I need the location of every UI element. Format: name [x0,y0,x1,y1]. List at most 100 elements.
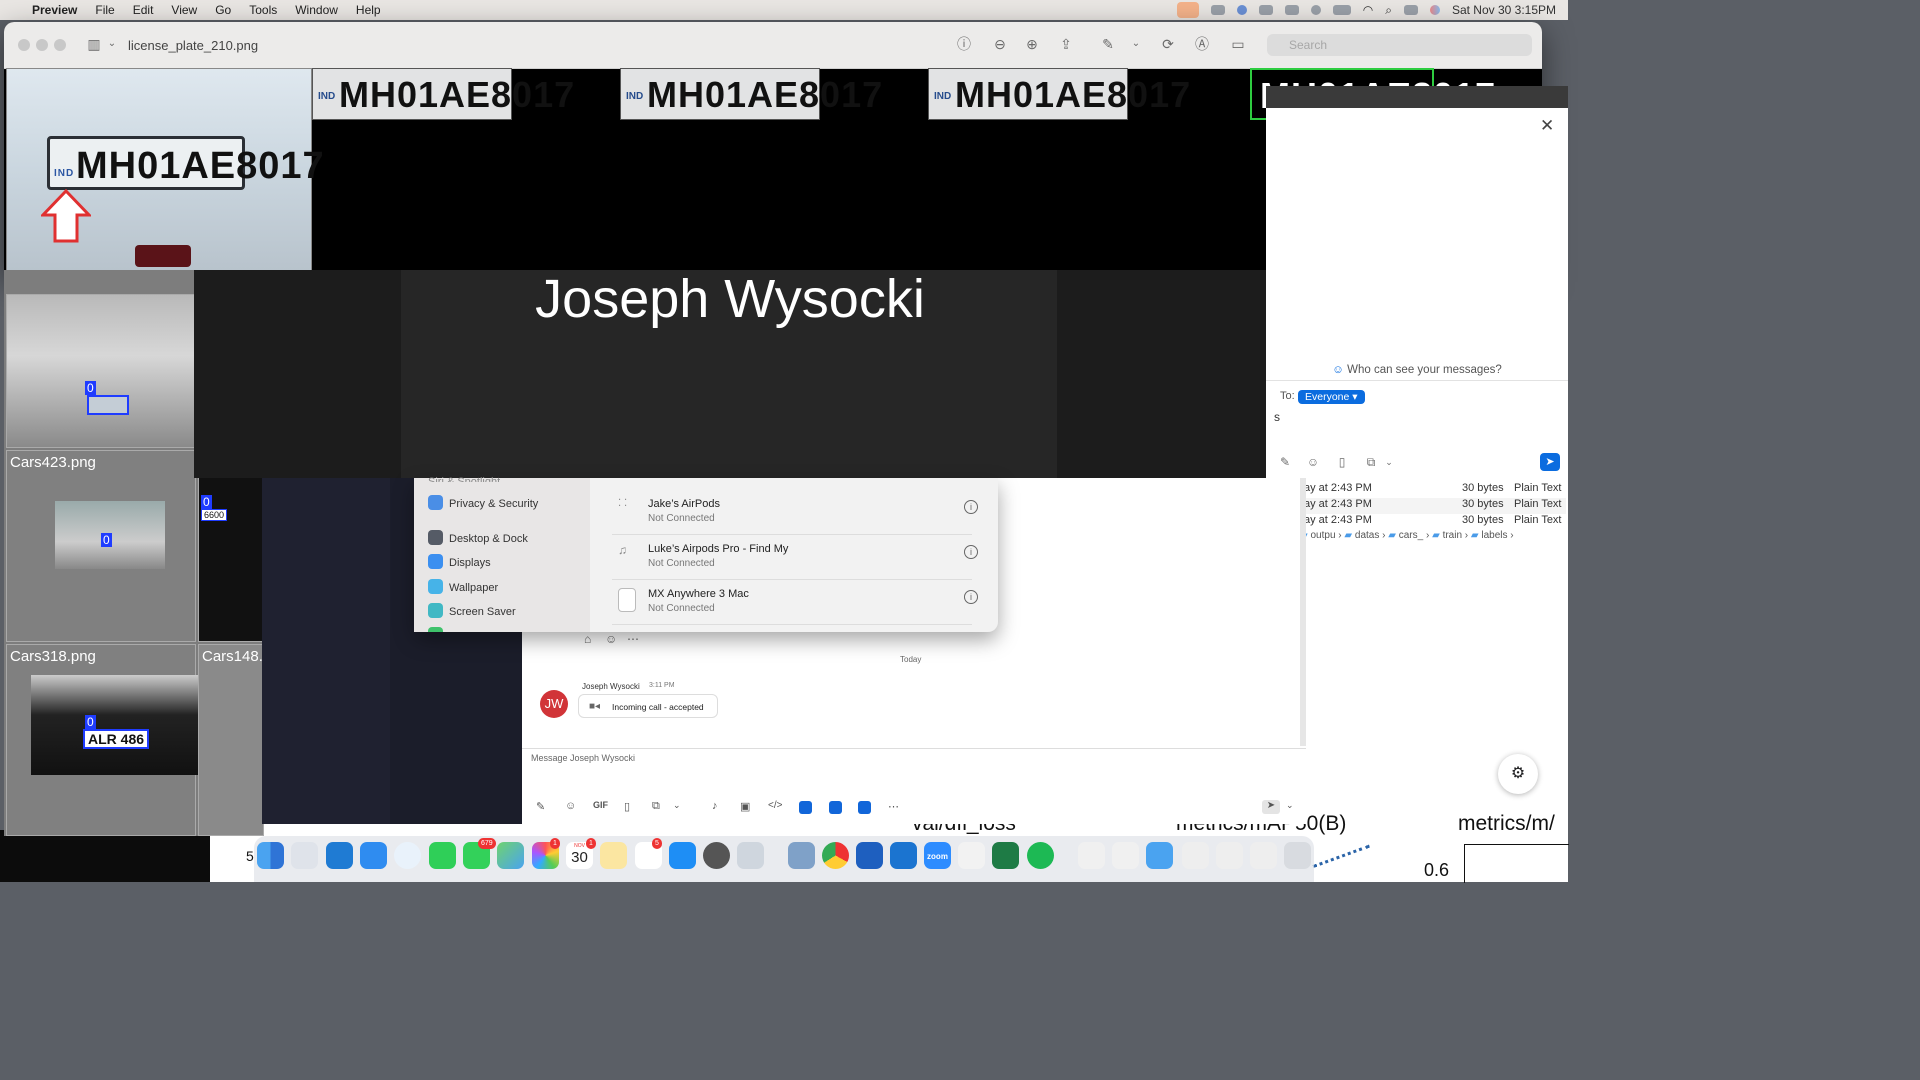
format-icon[interactable]: ✎ [1278,455,1292,469]
finder-icon[interactable] [257,842,284,869]
send-icon[interactable]: ➤ [1540,453,1560,471]
path-item[interactable]: labels [1481,530,1507,541]
search-icon[interactable]: ⌕ [1385,3,1392,18]
excel-icon[interactable] [992,842,1019,869]
emoji-icon[interactable]: ☺ [605,632,617,646]
siri-icon[interactable] [1429,5,1440,15]
vscode-icon[interactable] [326,842,353,869]
chevron-down-icon[interactable]: ⌄ [1286,800,1294,811]
safari-icon[interactable] [394,842,421,869]
markup-pen-icon[interactable]: ✎ [1100,36,1116,52]
sidebar-item-screen-saver[interactable]: Screen Saver [428,603,516,618]
avatar[interactable]: JW [540,690,568,718]
emoji-icon[interactable]: ☺ [565,800,576,812]
form-fill-icon[interactable]: ▭ [1230,36,1246,52]
document-icon[interactable] [1250,842,1277,869]
sidebar-item-displays[interactable]: Displays [428,554,491,569]
more-options-icon[interactable]: ⋯ [888,800,899,813]
zoom-in-icon[interactable]: ⊕ [1024,36,1040,52]
bluetooth-device-row[interactable]: ⁚ ⁚ Jake’s AirPods Not Connected i [612,494,982,538]
word-icon[interactable] [856,842,883,869]
menu-tools[interactable]: Tools [249,3,277,17]
zoom-out-icon[interactable]: ⊖ [992,36,1008,52]
grid-cell[interactable]: 0 [6,294,196,448]
close-button[interactable] [18,39,30,51]
file-icon[interactable]: ▯ [1335,455,1349,469]
bluetooth-device-row[interactable]: ♫ Luke’s Airpods Pro - Find My Not Conne… [612,539,982,583]
chevron-down-icon[interactable]: ⌄ [1382,455,1396,469]
roblox-icon[interactable] [737,842,764,869]
control-center-icon[interactable] [1403,5,1418,15]
window-icon[interactable] [1284,5,1299,15]
cloud-icon[interactable] [1210,5,1225,15]
grid-cell[interactable]: 0 6600 [198,450,264,642]
app-icon[interactable] [829,801,842,814]
microphone-icon[interactable] [1176,2,1199,18]
recipient-dropdown[interactable]: Everyone ▾ [1298,390,1365,404]
file-row[interactable]: ay at 2:43 PM 30 bytes Plain Text [1304,498,1566,514]
path-item[interactable]: datas [1355,530,1379,541]
emoji-icon[interactable]: ☺ [1306,455,1320,469]
document-icon[interactable] [1182,842,1209,869]
sidebar-item-privacy-security[interactable]: Privacy & Security [428,495,538,510]
grid-cell[interactable]: Cars423.png 0 [6,450,196,642]
rotate-icon[interactable]: ⟳ [1160,36,1176,52]
zoom-status-icon[interactable] [1236,5,1247,15]
menu-app-name[interactable]: Preview [32,3,77,17]
more-options-icon[interactable]: ⋯ [627,632,639,646]
notes-icon[interactable] [600,842,627,869]
path-item[interactable]: cars_ [1399,530,1423,541]
menu-go[interactable]: Go [215,3,231,17]
who-can-see-messages[interactable]: ☺ Who can see your messages? [1266,364,1568,376]
info-icon[interactable]: i [964,500,978,514]
menubar-datetime[interactable]: Sat Nov 30 3:15PM [1452,3,1556,17]
preview-icon[interactable] [788,842,815,869]
launchpad-icon[interactable] [291,842,318,869]
maps-icon[interactable] [497,842,524,869]
menu-window[interactable]: Window [295,3,338,17]
app-icon[interactable] [858,801,871,814]
path-item[interactable]: outpu [1310,530,1335,541]
outlook-icon[interactable] [890,842,917,869]
facetime-icon[interactable] [429,842,456,869]
microphone-icon[interactable]: ♪ [712,800,718,812]
grid-cell[interactable]: Cars148. [198,644,264,836]
screenshot-icon[interactable]: ⧉ [1364,455,1378,469]
message-composer[interactable] [522,748,1306,825]
copilot-icon[interactable]: ⚙ [1498,754,1538,794]
sidebar-item-desktop-dock[interactable]: Desktop & Dock [428,530,528,545]
mail-icon[interactable] [360,842,387,869]
chevron-down-icon[interactable]: ⌄ [673,800,681,811]
document-icon[interactable] [1112,842,1139,869]
bluetooth-device-row[interactable]: MX Anywhere 3 Mac Not Connected i [612,584,982,628]
battery-icon[interactable] [1332,5,1351,15]
folder-icon[interactable] [1146,842,1173,869]
send-icon[interactable]: ➤ [1262,800,1280,814]
path-item[interactable]: train [1443,530,1462,541]
app-icon[interactable] [799,801,812,814]
spotify-icon[interactable] [1027,842,1054,869]
trash-icon[interactable] [1284,842,1311,869]
chat-message-input[interactable]: s [1274,410,1280,424]
sidebar-item-wallpaper[interactable]: Wallpaper [428,579,498,594]
sticker-icon[interactable]: ▯ [624,800,630,813]
app-store-icon[interactable] [669,842,696,869]
chevron-down-icon[interactable]: ⌄ [104,36,120,52]
menu-file[interactable]: File [95,3,114,17]
chrome-icon[interactable] [822,842,849,869]
gif-button[interactable]: GIF [593,800,608,810]
file-row[interactable]: ay at 2:43 PM 30 bytes Plain Text [1304,482,1566,498]
file-row[interactable]: ay at 2:43 PM 30 bytes Plain Text [1304,514,1566,530]
document-icon[interactable] [1216,842,1243,869]
textedit-icon[interactable] [958,842,985,869]
close-icon[interactable]: ✕ [1540,116,1554,136]
info-icon[interactable]: i [964,545,978,559]
scrollbar[interactable] [1300,478,1306,746]
search-input[interactable]: Search [1267,34,1532,56]
zoom-button[interactable] [54,39,66,51]
sidebar-item-siri-spotlight[interactable]: Siri & Spotlight [428,476,500,482]
wifi-icon[interactable]: ◠ [1363,3,1373,17]
menu-view[interactable]: View [171,3,197,17]
markup-icon[interactable]: Ⓐ [1194,36,1210,52]
format-icon[interactable]: ✎ [536,800,545,813]
